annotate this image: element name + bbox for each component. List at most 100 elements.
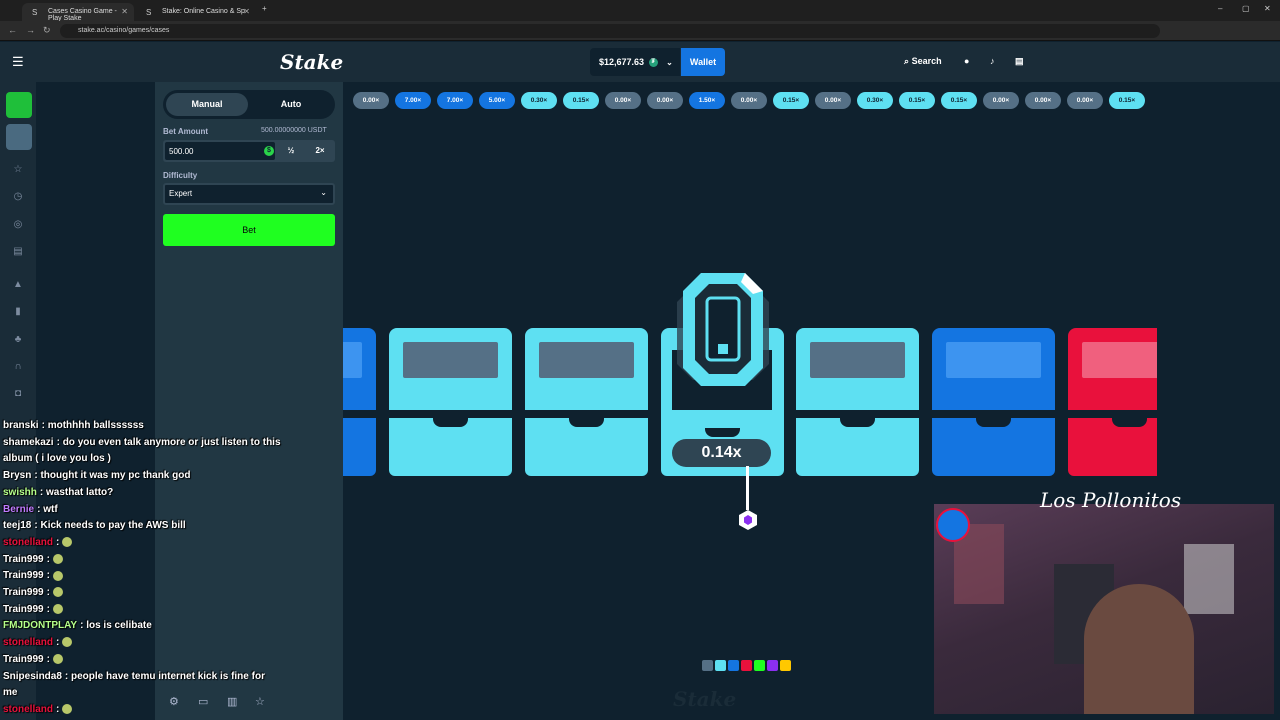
minimize-icon[interactable]: – bbox=[1218, 4, 1222, 13]
chat-icon[interactable]: ▤ bbox=[1015, 56, 1024, 67]
result-multiplier: 0.14x bbox=[672, 439, 771, 467]
chat-message: Bernie: wtf bbox=[3, 504, 58, 515]
history-pill[interactable]: 0.00× bbox=[815, 92, 851, 109]
history-pill[interactable]: 1.50× bbox=[689, 92, 725, 109]
chat-text: mothhhh ballssssss bbox=[47, 420, 144, 431]
reload-icon[interactable]: ↻ bbox=[43, 25, 51, 36]
chat-username[interactable]: Brysn bbox=[3, 470, 31, 481]
chat-message: stonelland: bbox=[3, 704, 73, 715]
casino-game-icon[interactable] bbox=[6, 92, 32, 118]
chat-message: swishh: wasthat latto? bbox=[3, 487, 113, 498]
color-swatch bbox=[728, 660, 739, 671]
chat-username[interactable]: teej18 bbox=[3, 520, 31, 531]
usdt-icon: ₮ bbox=[648, 58, 658, 68]
tab-manual[interactable]: Manual bbox=[166, 93, 248, 116]
tab-cases-casino[interactable]: S Cases Casino Game - Play Stake ✕ bbox=[22, 3, 134, 22]
chevron-down-icon: ⌄ bbox=[666, 58, 673, 67]
chat-emote-icon bbox=[52, 587, 63, 598]
slots-icon[interactable]: ♣ bbox=[11, 334, 25, 348]
chat-username[interactable]: Bernie bbox=[3, 504, 34, 515]
bets-icon[interactable]: ▤ bbox=[11, 246, 25, 260]
chat-username[interactable]: swishh bbox=[3, 487, 37, 498]
color-legend bbox=[702, 658, 793, 671]
close-tab-icon[interactable]: ✕ bbox=[243, 7, 250, 16]
chat-username[interactable]: stonelland bbox=[3, 637, 53, 648]
chat-message: FMJDONTPLAY: los is celibate bbox=[3, 620, 152, 631]
history-pill[interactable]: 0.15× bbox=[899, 92, 935, 109]
difficulty-select[interactable]: Expert ⌄ bbox=[163, 183, 335, 205]
history-pill[interactable]: 0.00× bbox=[1025, 92, 1061, 109]
close-tab-icon[interactable]: ✕ bbox=[121, 7, 128, 16]
history-pill[interactable]: 0.15× bbox=[1109, 92, 1145, 109]
search-button[interactable]: ⌕ Search bbox=[904, 56, 942, 67]
chat-username[interactable]: Train999 bbox=[3, 654, 44, 665]
chat-message: Train999: bbox=[3, 604, 63, 615]
recent-icon[interactable]: ◷ bbox=[11, 191, 25, 205]
user-icon[interactable]: ● bbox=[964, 56, 969, 66]
history-pill[interactable]: 7.00× bbox=[395, 92, 431, 109]
url-field[interactable]: stake.ac/casino/games/cases bbox=[60, 24, 1160, 38]
history-pill[interactable]: 5.00× bbox=[479, 92, 515, 109]
history-pill[interactable]: 0.00× bbox=[605, 92, 641, 109]
chat-message: teej18: Kick needs to pay the AWS bill bbox=[3, 520, 186, 531]
multiplier-history: 0.00× 7.00× 7.00× 5.00× 0.30× 0.15× 0.00× 0.00×… bbox=[353, 92, 1153, 112]
tab-label: Cases Casino Game - Play Stake bbox=[48, 8, 117, 22]
tab-stake-online[interactable]: S Stake: Online Casino & Sp ✕ bbox=[136, 3, 256, 21]
chat-text: me bbox=[3, 687, 18, 699]
chat-username[interactable]: Snipesinda8 bbox=[3, 671, 62, 682]
challenges-icon[interactable]: ◎ bbox=[11, 219, 25, 233]
history-pill[interactable]: 0.30× bbox=[521, 92, 557, 109]
chat-text: wasthat latto? bbox=[46, 486, 114, 498]
chat-username[interactable]: branski bbox=[3, 420, 39, 431]
chat-username[interactable]: Train999 bbox=[3, 554, 44, 565]
chat-username[interactable]: Train999 bbox=[3, 604, 44, 615]
history-pill[interactable]: 7.00× bbox=[437, 92, 473, 109]
bet-button[interactable]: Bet bbox=[163, 214, 335, 246]
balance-value: $12,677.63 bbox=[599, 57, 645, 67]
history-pill[interactable]: 0.30× bbox=[857, 92, 893, 109]
gift-icon[interactable]: ◘ bbox=[11, 388, 25, 402]
chat-message: Snipesinda8: people have temu internet k… bbox=[3, 671, 265, 682]
stake-favicon-icon: S bbox=[146, 8, 152, 17]
menu-icon[interactable]: ☰ bbox=[12, 54, 24, 70]
wallet-button[interactable]: Wallet bbox=[681, 48, 725, 76]
live-casino-icon[interactable]: ∩ bbox=[11, 361, 25, 375]
stake-logo[interactable]: Stake bbox=[280, 50, 343, 74]
chat-username[interactable]: stonelland bbox=[3, 537, 53, 548]
back-icon[interactable]: ← bbox=[8, 25, 17, 35]
tab-auto[interactable]: Auto bbox=[250, 93, 332, 116]
chat-username[interactable]: FMJDONTPLAY bbox=[3, 620, 77, 631]
notifications-icon[interactable]: ♪ bbox=[990, 56, 995, 66]
bet-amount-input[interactable] bbox=[165, 142, 275, 160]
site-header: ☰ Stake $12,677.63 ₮ ⌄ Wallet ⌕ Search ●… bbox=[0, 42, 1280, 82]
chat-username[interactable]: shamekazi bbox=[3, 437, 54, 448]
history-pill[interactable]: 0.15× bbox=[563, 92, 599, 109]
new-tab-icon[interactable]: + bbox=[262, 4, 267, 13]
close-window-icon[interactable]: ✕ bbox=[1264, 4, 1271, 13]
chat-username[interactable]: Train999 bbox=[3, 570, 44, 581]
history-pill[interactable]: 0.00× bbox=[983, 92, 1019, 109]
history-pill[interactable]: 0.00× bbox=[1067, 92, 1103, 109]
chat-username[interactable]: Train999 bbox=[3, 587, 44, 598]
gem-icon bbox=[677, 273, 769, 386]
history-pill[interactable]: 0.00× bbox=[647, 92, 683, 109]
hot-icon[interactable]: ▲ bbox=[11, 279, 25, 293]
maximize-icon[interactable]: ▢ bbox=[1242, 4, 1250, 13]
color-swatch bbox=[780, 660, 791, 671]
bookmark-icon[interactable]: ▮ bbox=[11, 306, 25, 320]
history-pill[interactable]: 0.15× bbox=[773, 92, 809, 109]
half-button[interactable]: ½ bbox=[277, 140, 305, 162]
sports-game-icon[interactable] bbox=[6, 124, 32, 150]
history-pill[interactable]: 0.15× bbox=[941, 92, 977, 109]
chat-text: wtf bbox=[43, 503, 58, 515]
chat-username[interactable]: stonelland bbox=[3, 704, 53, 715]
chat-message: album ( i love you los ) bbox=[3, 453, 111, 464]
history-pill[interactable]: 0.00× bbox=[731, 92, 767, 109]
favourites-icon[interactable]: ☆ bbox=[11, 164, 25, 178]
forward-icon[interactable]: → bbox=[26, 25, 35, 35]
pointer-line bbox=[746, 466, 749, 510]
balance-display[interactable]: $12,677.63 ₮ ⌄ bbox=[590, 48, 680, 76]
color-swatch bbox=[741, 660, 752, 671]
history-pill[interactable]: 0.00× bbox=[353, 92, 389, 109]
double-button[interactable]: 2× bbox=[306, 140, 334, 162]
